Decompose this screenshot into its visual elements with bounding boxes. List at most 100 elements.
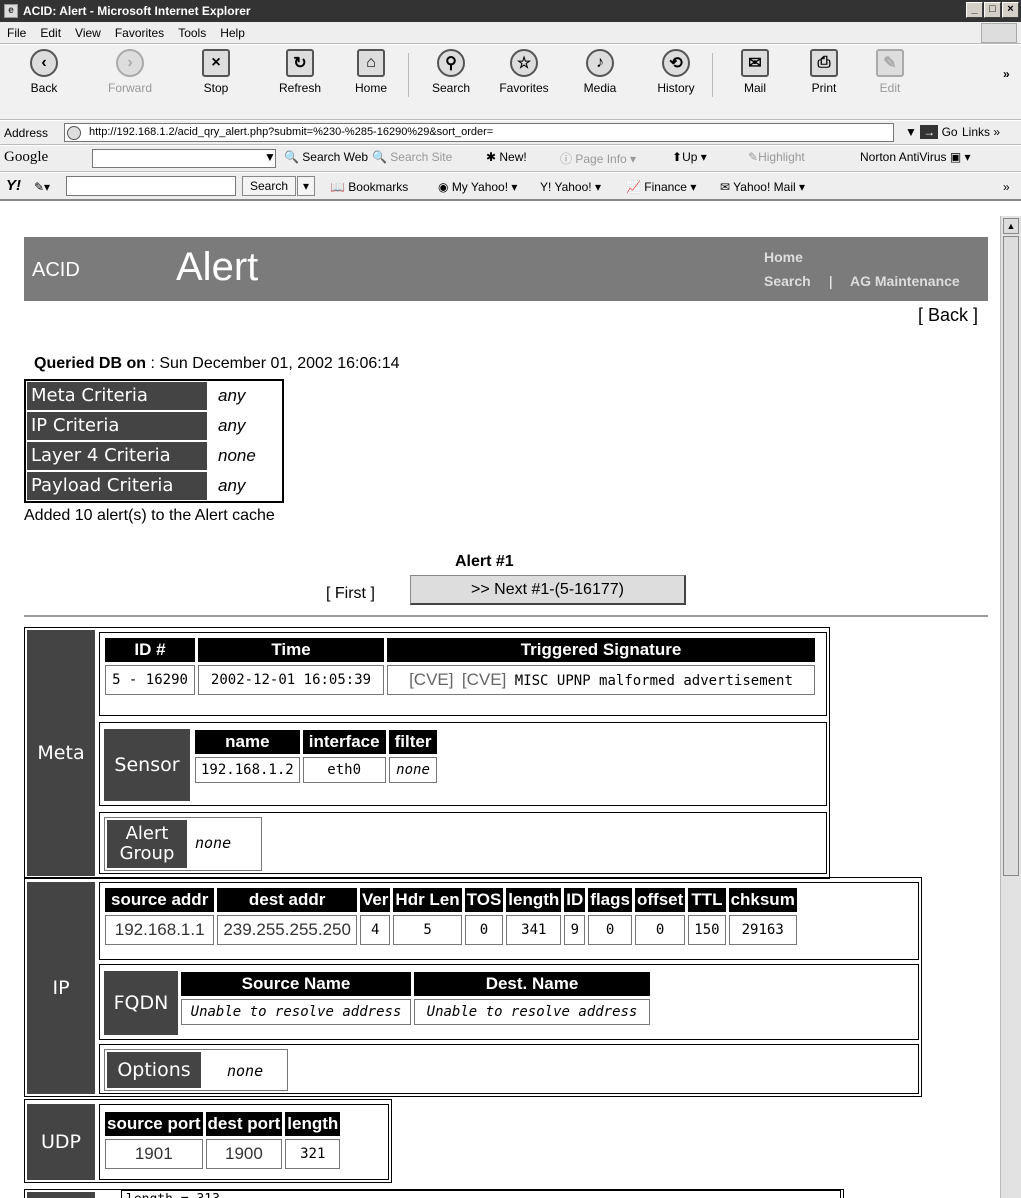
google-search-site-button[interactable]: 🔍 Search Site xyxy=(372,150,452,164)
page-info-label: Page Info xyxy=(575,152,627,166)
ip-tos: 0 xyxy=(464,915,504,945)
toolbar-overflow[interactable]: » xyxy=(1003,67,1010,81)
home-icon: ⌂ xyxy=(357,49,385,77)
finance-label: Finance xyxy=(644,180,687,194)
yahoo-toolbar-overflow[interactable]: » xyxy=(1003,180,1010,194)
address-input[interactable]: http://192.168.1.2/acid_qry_alert.php?su… xyxy=(64,123,894,142)
menu-help[interactable]: Help xyxy=(213,26,252,40)
address-bar: Address http://192.168.1.2/acid_qry_aler… xyxy=(0,121,1021,145)
search-icon: ⚲ xyxy=(437,49,465,77)
udp-dest-port: 1900 xyxy=(205,1139,283,1169)
vertical-scrollbar[interactable]: ▲ xyxy=(1000,216,1021,1198)
first-link[interactable]: [ First ] xyxy=(326,585,375,603)
norton-antivirus-button[interactable]: Norton AntiVirus ▣ ▾ xyxy=(860,150,971,164)
dest-name-header: Dest. Name xyxy=(414,972,650,996)
go-button[interactable]: ▼ → Go xyxy=(905,125,958,139)
criteria-label[interactable]: IP Criteria xyxy=(27,412,207,440)
ip-source-addr: 192.168.1.1 xyxy=(105,915,215,945)
minimize-button[interactable]: _ xyxy=(966,2,983,18)
favorites-button[interactable]: ☆ Favorites xyxy=(492,49,556,95)
close-button[interactable]: × xyxy=(1002,2,1019,18)
yahoo-finance-button[interactable]: 📈 Finance ▾ xyxy=(626,180,696,194)
yahoo-button[interactable]: Y! Yahoo! ▾ xyxy=(540,180,601,194)
forward-arrow-icon: › xyxy=(116,49,144,77)
bookmarks-label: Bookmarks xyxy=(348,180,409,194)
title-bar: e ACID: Alert - Microsoft Internet Explo… xyxy=(0,0,1021,22)
google-up-button[interactable]: ⬆Up ▾ xyxy=(672,150,707,164)
yahoo-search-input[interactable] xyxy=(66,176,236,196)
address-label: Address xyxy=(4,126,49,140)
ip-col-header: ID xyxy=(564,888,586,912)
ip-ver: 4 xyxy=(359,915,391,945)
criteria-label[interactable]: Layer 4 Criteria xyxy=(27,442,207,470)
udp-box: source port dest port length 1901 1900 3… xyxy=(99,1104,389,1180)
next-alert-button[interactable]: >> Next #1-(5-16177) xyxy=(410,575,686,605)
google-highlight-button[interactable]: ✎Highlight xyxy=(748,150,805,164)
udp-label: UDP xyxy=(27,1104,95,1180)
link-divider: | xyxy=(829,273,833,289)
back-button[interactable]: ‹ Back xyxy=(14,49,74,95)
cache-status: Added 10 alert(s) to the Alert cache xyxy=(24,507,275,524)
maximize-button[interactable]: □ xyxy=(984,2,1001,18)
menu-file[interactable]: File xyxy=(0,26,33,40)
page-banner: ACID Alert Home Search | AG Maintenance xyxy=(24,237,988,301)
criteria-label[interactable]: Payload Criteria xyxy=(27,472,207,500)
google-logo[interactable]: Google xyxy=(4,149,48,166)
time-header: Time xyxy=(198,638,384,662)
queried-db-info: Queried DB on : Sun December 01, 2002 16… xyxy=(34,355,400,373)
yahoo-bookmarks-button[interactable]: 📖 Bookmarks xyxy=(330,180,408,194)
home-button[interactable]: ⌂ Home xyxy=(346,49,396,95)
alert-signature-cell: [CVE] [CVE] MISC UPNP malformed advertis… xyxy=(387,665,815,695)
yahoo-search-dropdown[interactable]: ▾ xyxy=(297,176,315,196)
scroll-up-arrow-icon[interactable]: ▲ xyxy=(1003,218,1019,234)
edit-button[interactable]: ✎ Edit xyxy=(870,49,910,95)
google-new-button[interactable]: ✱ New! xyxy=(486,150,527,164)
back-link[interactable]: [ Back ] xyxy=(918,305,978,326)
print-button[interactable]: ⎙ Print xyxy=(802,49,846,95)
ag-maintenance-link[interactable]: AG Maintenance xyxy=(850,273,960,289)
google-search-web-button[interactable]: 🔍 Search Web xyxy=(284,150,368,164)
search-button[interactable]: ⚲ Search xyxy=(425,49,477,95)
media-icon: ♪ xyxy=(586,49,614,77)
pencil-icon[interactable]: ✎▾ xyxy=(34,180,50,194)
ie-icon: e xyxy=(4,4,18,18)
alert-group-value: none xyxy=(195,834,232,852)
history-button[interactable]: ⟲ History xyxy=(648,49,704,95)
media-label: Media xyxy=(583,81,617,95)
google-search-input[interactable] xyxy=(92,149,276,168)
cve-link[interactable]: [CVE] xyxy=(409,670,453,689)
cve-link[interactable]: [CVE] xyxy=(462,670,506,689)
page-content: ACID Alert Home Search | AG Maintenance … xyxy=(0,203,1000,1198)
forward-button[interactable]: › Forward xyxy=(95,49,165,95)
menu-view[interactable]: View xyxy=(68,26,108,40)
menu-tools[interactable]: Tools xyxy=(171,26,213,40)
links-button[interactable]: Links » xyxy=(962,125,1000,139)
options-frame: Options none xyxy=(104,1049,288,1091)
menu-favorites[interactable]: Favorites xyxy=(108,26,171,40)
my-yahoo-button[interactable]: ◉ My Yahoo! ▾ xyxy=(438,180,517,194)
scroll-thumb[interactable] xyxy=(1003,236,1019,876)
google-page-info-button[interactable]: ⓘ Page Info ▾ xyxy=(560,150,636,167)
refresh-button[interactable]: ↻ Refresh xyxy=(270,49,330,95)
stop-button[interactable]: × Stop xyxy=(194,49,238,95)
criteria-label[interactable]: Meta Criteria xyxy=(27,382,207,410)
norton-label: Norton AntiVirus xyxy=(860,150,947,164)
sensor-label: Sensor xyxy=(104,729,190,801)
ip-col-header: offset xyxy=(634,888,686,912)
menu-edit[interactable]: Edit xyxy=(33,26,68,40)
criteria-row: Meta Criteria any xyxy=(26,381,282,411)
yahoo-logo-icon[interactable]: Y! xyxy=(6,177,21,194)
ip-header-box: source addr dest addr Ver Hdr Len TOS le… xyxy=(99,882,919,960)
yahoo-mail-button[interactable]: ✉ Yahoo! Mail ▾ xyxy=(720,180,805,194)
alert-group-frame: Alert Group none xyxy=(104,817,262,871)
ip-chksum: 29163 xyxy=(728,915,797,945)
mail-button[interactable]: ✉ Mail xyxy=(735,49,775,95)
yahoo-label: Yahoo! xyxy=(554,180,592,194)
media-button[interactable]: ♪ Media xyxy=(576,49,624,95)
search-link[interactable]: Search xyxy=(764,273,811,289)
yahoo-search-button[interactable]: Search xyxy=(242,176,296,196)
window-title: ACID: Alert - Microsoft Internet Explore… xyxy=(23,4,251,18)
ip-label: IP xyxy=(27,882,95,1094)
home-link[interactable]: Home xyxy=(764,249,803,265)
google-dropdown-icon[interactable]: ▼ xyxy=(264,150,276,164)
